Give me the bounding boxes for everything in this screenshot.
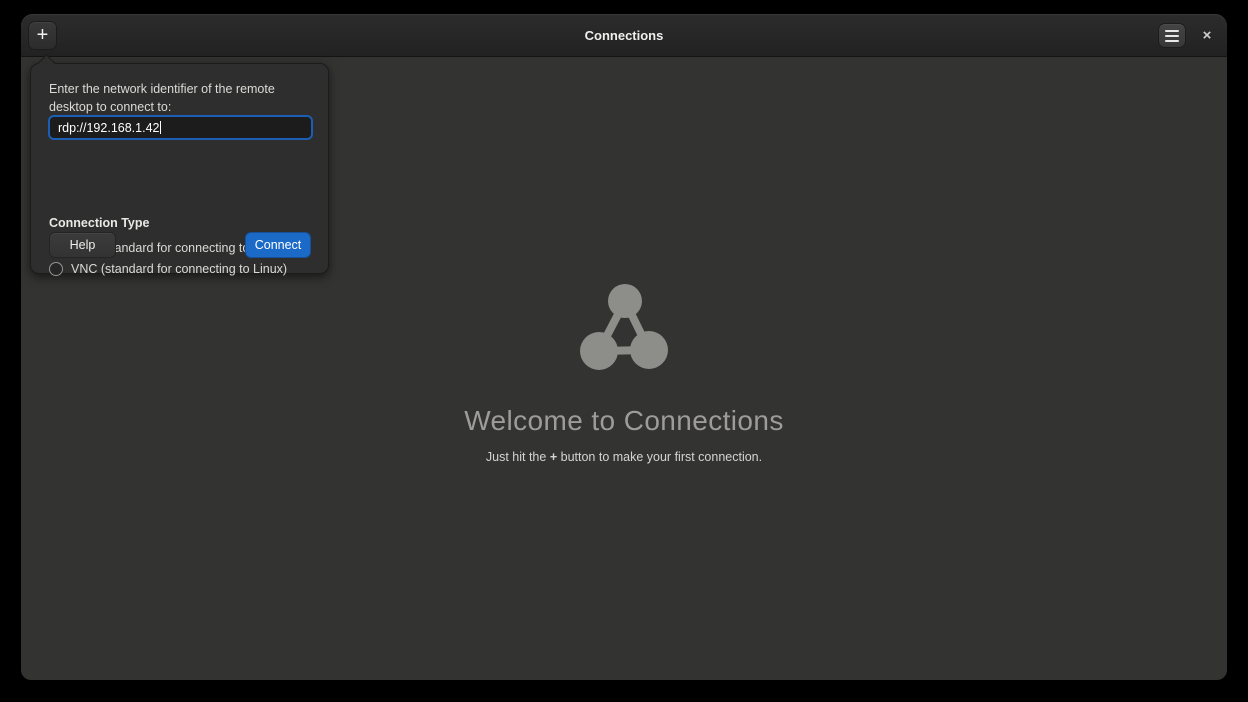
network-id-prompt: Enter the network identifier of the remo…	[49, 80, 319, 116]
radio-option-label: VNC (standard for connecting to Linux)	[71, 262, 287, 276]
popover-arrow	[37, 54, 55, 72]
address-input[interactable]: rdp://192.168.1.42	[48, 115, 313, 140]
address-value: rdp://192.168.1.42	[58, 121, 159, 135]
radio-option-vnc[interactable]: VNC (standard for connecting to Linux)	[49, 262, 287, 276]
plus-icon: +	[37, 25, 49, 45]
connect-button[interactable]: Connect	[245, 232, 311, 258]
connections-window: + Connections ×	[21, 14, 1227, 680]
titlebar[interactable]: + Connections ×	[21, 14, 1227, 57]
empty-state: Welcome to Connections Just hit the + bu…	[21, 283, 1227, 464]
close-button[interactable]: ×	[1195, 23, 1219, 47]
welcome-title: Welcome to Connections	[464, 405, 784, 437]
connection-type-heading: Connection Type	[49, 216, 149, 230]
help-button[interactable]: Help	[49, 232, 116, 258]
window-title: Connections	[21, 14, 1227, 57]
hamburger-icon	[1165, 30, 1179, 42]
desktop-background: + Connections ×	[0, 0, 1248, 702]
radio-unselected-icon[interactable]	[49, 262, 63, 276]
subtitle-text: button to make your first connection.	[557, 450, 762, 464]
text-caret	[160, 121, 161, 134]
welcome-subtitle: Just hit the + button to make your first…	[486, 450, 762, 464]
add-connection-button[interactable]: +	[28, 21, 57, 50]
subtitle-text: Just hit the	[486, 450, 550, 464]
menu-button[interactable]	[1158, 23, 1186, 48]
new-connection-popover: Enter the network identifier of the remo…	[30, 63, 329, 274]
connections-app-icon	[580, 283, 668, 371]
close-icon: ×	[1203, 28, 1212, 43]
